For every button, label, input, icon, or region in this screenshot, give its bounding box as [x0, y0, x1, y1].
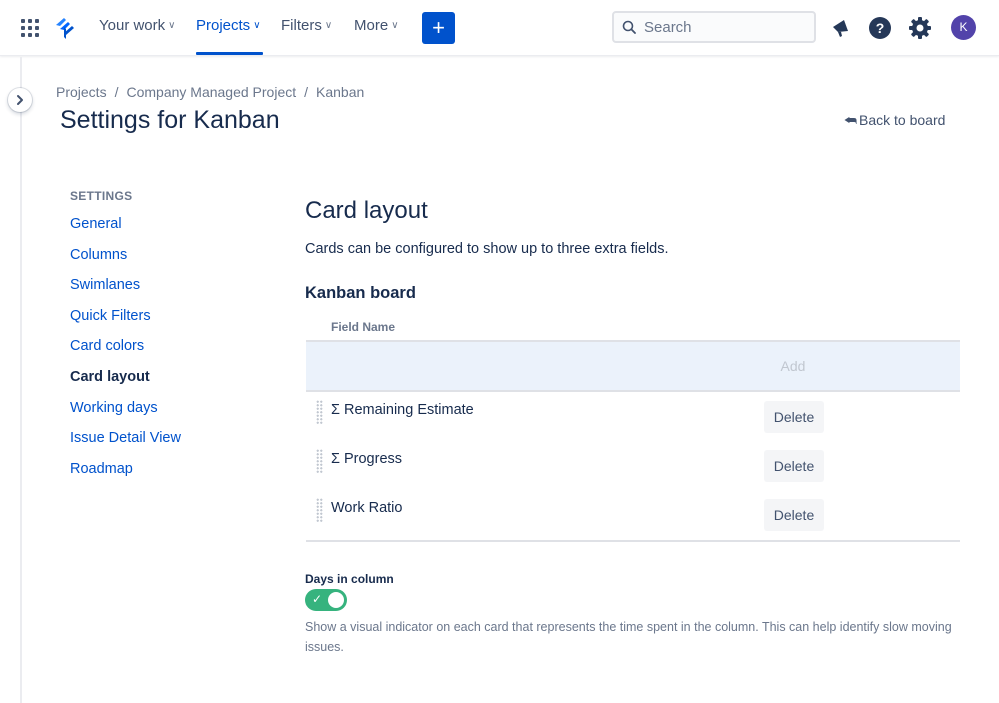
active-tab-indicator: [196, 52, 263, 55]
nav-more[interactable]: More ∨: [354, 17, 399, 34]
sidebar-divider: [20, 57, 22, 703]
user-avatar[interactable]: K: [951, 15, 976, 40]
search-input[interactable]: [644, 18, 804, 36]
search-box[interactable]: [612, 11, 816, 43]
app-switcher-icon[interactable]: [21, 19, 39, 37]
breadcrumb-board[interactable]: Kanban: [316, 84, 364, 100]
settings-nav-swimlanes[interactable]: Swimlanes: [70, 277, 181, 308]
breadcrumb-projects[interactable]: Projects: [56, 84, 107, 100]
nav-filters[interactable]: Filters ∨: [281, 17, 332, 34]
nav-projects-label: Projects: [196, 17, 251, 34]
settings-nav: General Columns Swimlanes Quick Filters …: [70, 216, 181, 491]
help-icon[interactable]: ?: [867, 15, 893, 41]
gear-icon[interactable]: [907, 15, 933, 41]
settings-nav-card-colors[interactable]: Card colors: [70, 338, 181, 369]
notifications-megaphone-icon[interactable]: [828, 15, 854, 41]
nav-filters-label: Filters: [281, 17, 322, 34]
jira-logo-icon[interactable]: [52, 15, 76, 41]
field-name: Work Ratio: [331, 500, 403, 516]
page-title: Settings for Kanban: [60, 106, 280, 134]
card-layout-title: Card layout: [305, 197, 428, 224]
settings-nav-issue-detail-view[interactable]: Issue Detail View: [70, 430, 181, 461]
chevron-down-icon: ∨: [168, 20, 176, 31]
create-button[interactable]: +: [422, 12, 455, 44]
days-in-column-toggle[interactable]: ✓: [305, 589, 347, 611]
breadcrumb-separator: /: [304, 84, 309, 100]
settings-nav-working-days[interactable]: Working days: [70, 400, 181, 431]
settings-nav-columns[interactable]: Columns: [70, 247, 181, 278]
settings-nav-general[interactable]: General: [70, 216, 181, 247]
toggle-knob: [328, 592, 344, 608]
breadcrumb-project[interactable]: Company Managed Project: [126, 84, 296, 100]
days-in-column-label: Days in column: [305, 572, 394, 586]
back-arrow-icon: ⮪: [844, 112, 858, 128]
back-to-board-label: Back to board: [859, 112, 946, 128]
field-name: Σ Progress: [331, 451, 403, 467]
drag-handle-icon[interactable]: [316, 400, 323, 424]
delete-field-button[interactable]: Delete: [764, 401, 824, 433]
table-divider: [306, 540, 960, 542]
back-to-board-link[interactable]: ⮪ Back to board: [844, 112, 945, 129]
add-field-button[interactable]: Add: [763, 350, 823, 382]
nav-your-work[interactable]: Your work ∨: [99, 17, 175, 34]
field-name: Σ Remaining Estimate: [331, 402, 474, 418]
add-field-row: Add: [306, 340, 960, 392]
breadcrumb-separator: /: [114, 84, 119, 100]
chevron-down-icon: ∨: [391, 20, 399, 31]
board-heading: Kanban board: [305, 284, 416, 302]
days-in-column-help: Show a visual indicator on each card tha…: [305, 620, 952, 654]
card-layout-description: Cards can be configured to show up to th…: [305, 241, 669, 257]
breadcrumb: Projects / Company Managed Project / Kanban: [56, 84, 364, 100]
settings-heading: SETTINGS: [70, 189, 133, 203]
search-icon: [622, 20, 636, 34]
nav-your-work-label: Your work: [99, 17, 166, 34]
svg-text:?: ?: [876, 20, 885, 36]
nav-projects[interactable]: Projects ∨: [196, 17, 261, 34]
settings-nav-card-layout[interactable]: Card layout: [70, 369, 181, 400]
chevron-down-icon: ∨: [253, 20, 261, 31]
chevron-right-icon: [17, 95, 23, 105]
check-icon: ✓: [312, 592, 323, 606]
field-row: Work Ratio Delete: [306, 490, 960, 539]
top-navigation: Your work∨ Projects∨ Filters∨ More∨ + ?: [0, 0, 999, 56]
field-row: Σ Progress Delete: [306, 441, 960, 490]
drag-handle-icon[interactable]: [316, 449, 323, 473]
field-name-column-header: Field Name: [331, 320, 396, 334]
delete-field-button[interactable]: Delete: [764, 499, 824, 531]
chevron-down-icon: ∨: [324, 20, 333, 31]
delete-field-button[interactable]: Delete: [764, 450, 824, 482]
expand-sidebar-button[interactable]: [8, 88, 32, 112]
settings-nav-roadmap[interactable]: Roadmap: [70, 461, 181, 492]
nav-more-label: More: [354, 17, 389, 34]
settings-nav-quick-filters[interactable]: Quick Filters: [70, 308, 181, 339]
field-row: Σ Remaining Estimate Delete: [306, 392, 960, 441]
drag-handle-icon[interactable]: [316, 498, 323, 522]
add-field-input[interactable]: [314, 354, 754, 380]
